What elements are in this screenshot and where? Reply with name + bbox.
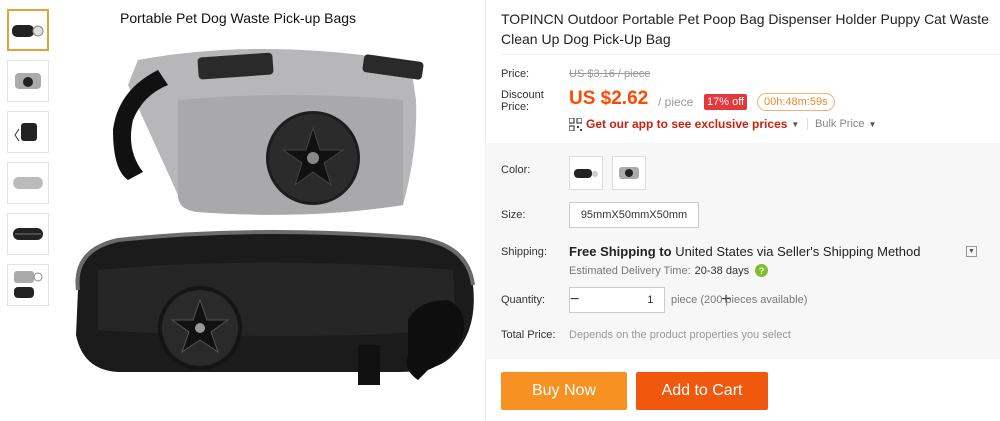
quantity-availability: piece (200 pieces available) (671, 294, 808, 306)
thumbnail-bags-with-clips[interactable] (7, 264, 49, 306)
shipping-dropdown-button[interactable]: ▼ (966, 246, 977, 257)
grey-bag-side-icon (13, 177, 43, 189)
discount-badge: 17% off (704, 94, 748, 110)
total-price-note: Depends on the product properties you se… (569, 329, 791, 341)
delivery-label: Estimated Delivery Time: (569, 264, 691, 277)
bulk-price-link[interactable]: Bulk Price ▼ (815, 118, 876, 130)
thumbnail-grey-bag-side[interactable] (7, 162, 49, 204)
product-title: TOPINCN Outdoor Portable Pet Poop Bag Di… (501, 11, 989, 47)
original-price: US $3.16 / piece (569, 68, 651, 80)
size-option[interactable]: 95mmX50mmX50mm (569, 202, 699, 228)
product-info-panel: TOPINCN Outdoor Portable Pet Poop Bag Di… (485, 0, 1000, 421)
black-bag-icon (12, 25, 44, 37)
grey-bag-swatch-icon (619, 167, 639, 179)
delivery-value: 20-38 days (694, 264, 750, 277)
app-promo-text: Get our app to see exclusive prices (586, 117, 788, 131)
shipping-label: Shipping: (501, 246, 547, 258)
thumbnail-strip (7, 9, 50, 315)
total-price-label: Total Price: (501, 329, 556, 341)
promo-divider (807, 118, 808, 130)
quantity-label: Quantity: (501, 294, 546, 306)
chevron-down-icon: ▼ (868, 119, 877, 129)
price-unit: / piece (658, 95, 694, 109)
chevron-down-icon: ▼ (791, 119, 800, 129)
black-bag-swatch-icon (574, 169, 598, 178)
thumbnail-black-bag-with-roll[interactable] (7, 9, 49, 51)
countdown-timer: 00h:48m:59s (757, 93, 835, 111)
bags-with-clips-icon (14, 271, 43, 298)
black-bag-side-icon (14, 123, 37, 142)
discount-price: US $2.62 (569, 88, 649, 109)
shipping-prefix: Free Shipping to (569, 244, 672, 259)
price-label: Price: (501, 68, 530, 80)
quantity-stepper: − + (569, 287, 731, 313)
product-photo (75, 49, 475, 385)
add-to-cart-button[interactable]: Add to Cart (636, 372, 768, 410)
thumbnail-black-bag-open[interactable] (7, 213, 49, 255)
thumbnail-black-bag-side[interactable] (7, 111, 49, 153)
image-caption: Portable Pet Dog Waste Pick-up Bags (120, 10, 357, 26)
help-icon[interactable]: ? (755, 264, 769, 277)
app-promo-link[interactable]: Get our app to see exclusive prices ▼ (569, 117, 799, 131)
decrease-quantity-button[interactable]: − (570, 288, 579, 312)
title-divider (501, 54, 1000, 55)
delivery-estimate: Estimated Delivery Time: 20-38 days ? (569, 264, 769, 277)
buy-now-button[interactable]: Buy Now (501, 372, 627, 410)
color-option-black[interactable] (569, 156, 603, 190)
color-label: Color: (501, 164, 531, 176)
shipping-destination: United States via Seller's Shipping Meth… (675, 244, 921, 259)
color-option-grey[interactable] (612, 156, 646, 190)
bulk-price-text: Bulk Price (815, 118, 865, 130)
grey-bag-icon (15, 73, 41, 89)
main-product-image[interactable]: Portable Pet Dog Waste Pick-up Bags (58, 0, 484, 421)
black-bag-open-icon (13, 228, 43, 240)
thumbnail-grey-bag-front[interactable] (7, 60, 49, 102)
size-label: Size: (501, 209, 526, 221)
discount-price-label: Discount Price: (501, 89, 544, 113)
shipping-method: Free Shipping to United States via Selle… (569, 244, 920, 259)
qr-code-icon (569, 117, 582, 131)
